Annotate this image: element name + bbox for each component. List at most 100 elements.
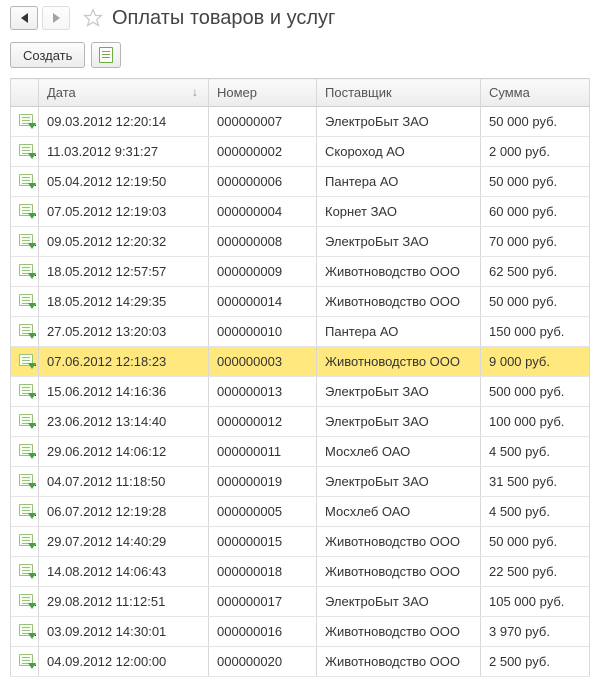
posted-document-icon [19, 534, 33, 546]
cell-sum: 2 000 руб. [481, 137, 590, 167]
row-status-cell [11, 317, 39, 347]
nav-forward-button[interactable] [42, 6, 70, 30]
cell-sum: 50 000 руб. [481, 527, 590, 557]
table-row[interactable]: 09.03.2012 12:20:14000000007ЭлектроБыт З… [11, 107, 590, 137]
posted-document-icon [19, 174, 33, 186]
toolbar: Создать [10, 42, 590, 68]
table-row[interactable]: 07.06.2012 12:18:23000000003Животноводст… [11, 347, 590, 377]
col-header-sum[interactable]: Сумма [481, 79, 590, 107]
cell-date: 11.03.2012 9:31:27 [39, 137, 209, 167]
posted-document-icon [19, 654, 33, 666]
table-row[interactable]: 07.05.2012 12:19:03000000004Корнет ЗАО60… [11, 197, 590, 227]
cell-date: 04.07.2012 11:18:50 [39, 467, 209, 497]
table-row[interactable]: 18.05.2012 12:57:57000000009Животноводст… [11, 257, 590, 287]
cell-sum: 2 500 руб. [481, 647, 590, 677]
col-header-supplier[interactable]: Поставщик [317, 79, 481, 107]
col-header-sum-label: Сумма [489, 85, 530, 100]
cell-date: 29.07.2012 14:40:29 [39, 527, 209, 557]
table-row[interactable]: 06.07.2012 12:19:28000000005Мосхлеб ОАО4… [11, 497, 590, 527]
cell-number: 000000020 [209, 647, 317, 677]
cell-date: 18.05.2012 14:29:35 [39, 287, 209, 317]
col-header-number-label: Номер [217, 85, 257, 100]
cell-date: 29.08.2012 11:12:51 [39, 587, 209, 617]
cell-number: 000000012 [209, 407, 317, 437]
table-row[interactable]: 23.06.2012 13:14:40000000012ЭлектроБыт З… [11, 407, 590, 437]
nav-back-button[interactable] [10, 6, 38, 30]
cell-supplier: Животноводство ООО [317, 527, 481, 557]
row-status-cell [11, 227, 39, 257]
row-status-cell [11, 647, 39, 677]
cell-number: 000000016 [209, 617, 317, 647]
cell-date: 29.06.2012 14:06:12 [39, 437, 209, 467]
payments-table: Дата ↓ Номер Поставщик Сумма 09.03.2012 … [10, 78, 590, 677]
col-header-number[interactable]: Номер [209, 79, 317, 107]
cell-sum: 31 500 руб. [481, 467, 590, 497]
row-status-cell [11, 347, 39, 377]
cell-supplier: ЭлектроБыт ЗАО [317, 227, 481, 257]
cell-supplier: Пантера АО [317, 167, 481, 197]
col-header-date[interactable]: Дата ↓ [39, 79, 209, 107]
arrow-right-icon [53, 13, 60, 23]
favorite-star-icon[interactable] [82, 7, 104, 29]
row-status-cell [11, 167, 39, 197]
cell-date: 23.06.2012 13:14:40 [39, 407, 209, 437]
table-row[interactable]: 18.05.2012 14:29:35000000014Животноводст… [11, 287, 590, 317]
row-status-cell [11, 377, 39, 407]
cell-date: 03.09.2012 14:30:01 [39, 617, 209, 647]
cell-number: 000000019 [209, 467, 317, 497]
row-status-cell [11, 587, 39, 617]
row-status-cell [11, 407, 39, 437]
col-header-date-label: Дата [47, 85, 76, 100]
create-button-label: Создать [23, 48, 72, 63]
cell-sum: 100 000 руб. [481, 407, 590, 437]
cell-date: 14.08.2012 14:06:43 [39, 557, 209, 587]
create-button[interactable]: Создать [10, 42, 85, 68]
table-row[interactable]: 29.07.2012 14:40:29000000015Животноводст… [11, 527, 590, 557]
table-row[interactable]: 27.05.2012 13:20:03000000010Пантера АО15… [11, 317, 590, 347]
cell-supplier: ЭлектроБыт ЗАО [317, 587, 481, 617]
row-status-cell [11, 287, 39, 317]
table-row[interactable]: 09.05.2012 12:20:32000000008ЭлектроБыт З… [11, 227, 590, 257]
posted-document-icon [19, 324, 33, 336]
cell-number: 000000011 [209, 437, 317, 467]
table-row[interactable]: 11.03.2012 9:31:27000000002Скороход АО2 … [11, 137, 590, 167]
table-row[interactable]: 04.09.2012 12:00:00000000020Животноводст… [11, 647, 590, 677]
cell-sum: 3 970 руб. [481, 617, 590, 647]
cell-number: 000000002 [209, 137, 317, 167]
cell-sum: 50 000 руб. [481, 167, 590, 197]
table-row[interactable]: 29.06.2012 14:06:12000000011Мосхлеб ОАО4… [11, 437, 590, 467]
cell-sum: 500 000 руб. [481, 377, 590, 407]
row-status-cell [11, 197, 39, 227]
table-row[interactable]: 04.07.2012 11:18:50000000019ЭлектроБыт З… [11, 467, 590, 497]
cell-number: 000000008 [209, 227, 317, 257]
cell-number: 000000015 [209, 527, 317, 557]
posted-document-icon [19, 294, 33, 306]
cell-supplier: Животноводство ООО [317, 647, 481, 677]
col-header-icon[interactable] [11, 79, 39, 107]
cell-date: 15.06.2012 14:16:36 [39, 377, 209, 407]
posted-document-icon [19, 624, 33, 636]
row-status-cell [11, 557, 39, 587]
cell-number: 000000013 [209, 377, 317, 407]
cell-supplier: Корнет ЗАО [317, 197, 481, 227]
cell-number: 000000007 [209, 107, 317, 137]
cell-sum: 50 000 руб. [481, 287, 590, 317]
table-row[interactable]: 14.08.2012 14:06:43000000018Животноводст… [11, 557, 590, 587]
table-row[interactable]: 03.09.2012 14:30:01000000016Животноводст… [11, 617, 590, 647]
cell-supplier: Животноводство ООО [317, 557, 481, 587]
cell-supplier: Скороход АО [317, 137, 481, 167]
table-row[interactable]: 05.04.2012 12:19:50000000006Пантера АО50… [11, 167, 590, 197]
cell-supplier: Мосхлеб ОАО [317, 437, 481, 467]
table-row[interactable]: 29.08.2012 11:12:51000000017ЭлектроБыт З… [11, 587, 590, 617]
row-status-cell [11, 497, 39, 527]
print-button[interactable] [91, 42, 121, 68]
posted-document-icon [19, 594, 33, 606]
cell-sum: 70 000 руб. [481, 227, 590, 257]
table-row[interactable]: 15.06.2012 14:16:36000000013ЭлектроБыт З… [11, 377, 590, 407]
cell-date: 04.09.2012 12:00:00 [39, 647, 209, 677]
cell-number: 000000017 [209, 587, 317, 617]
posted-document-icon [19, 264, 33, 276]
cell-date: 07.06.2012 12:18:23 [39, 347, 209, 377]
title-bar: Оплаты товаров и услуг [10, 6, 590, 30]
cell-supplier: Животноводство ООО [317, 347, 481, 377]
